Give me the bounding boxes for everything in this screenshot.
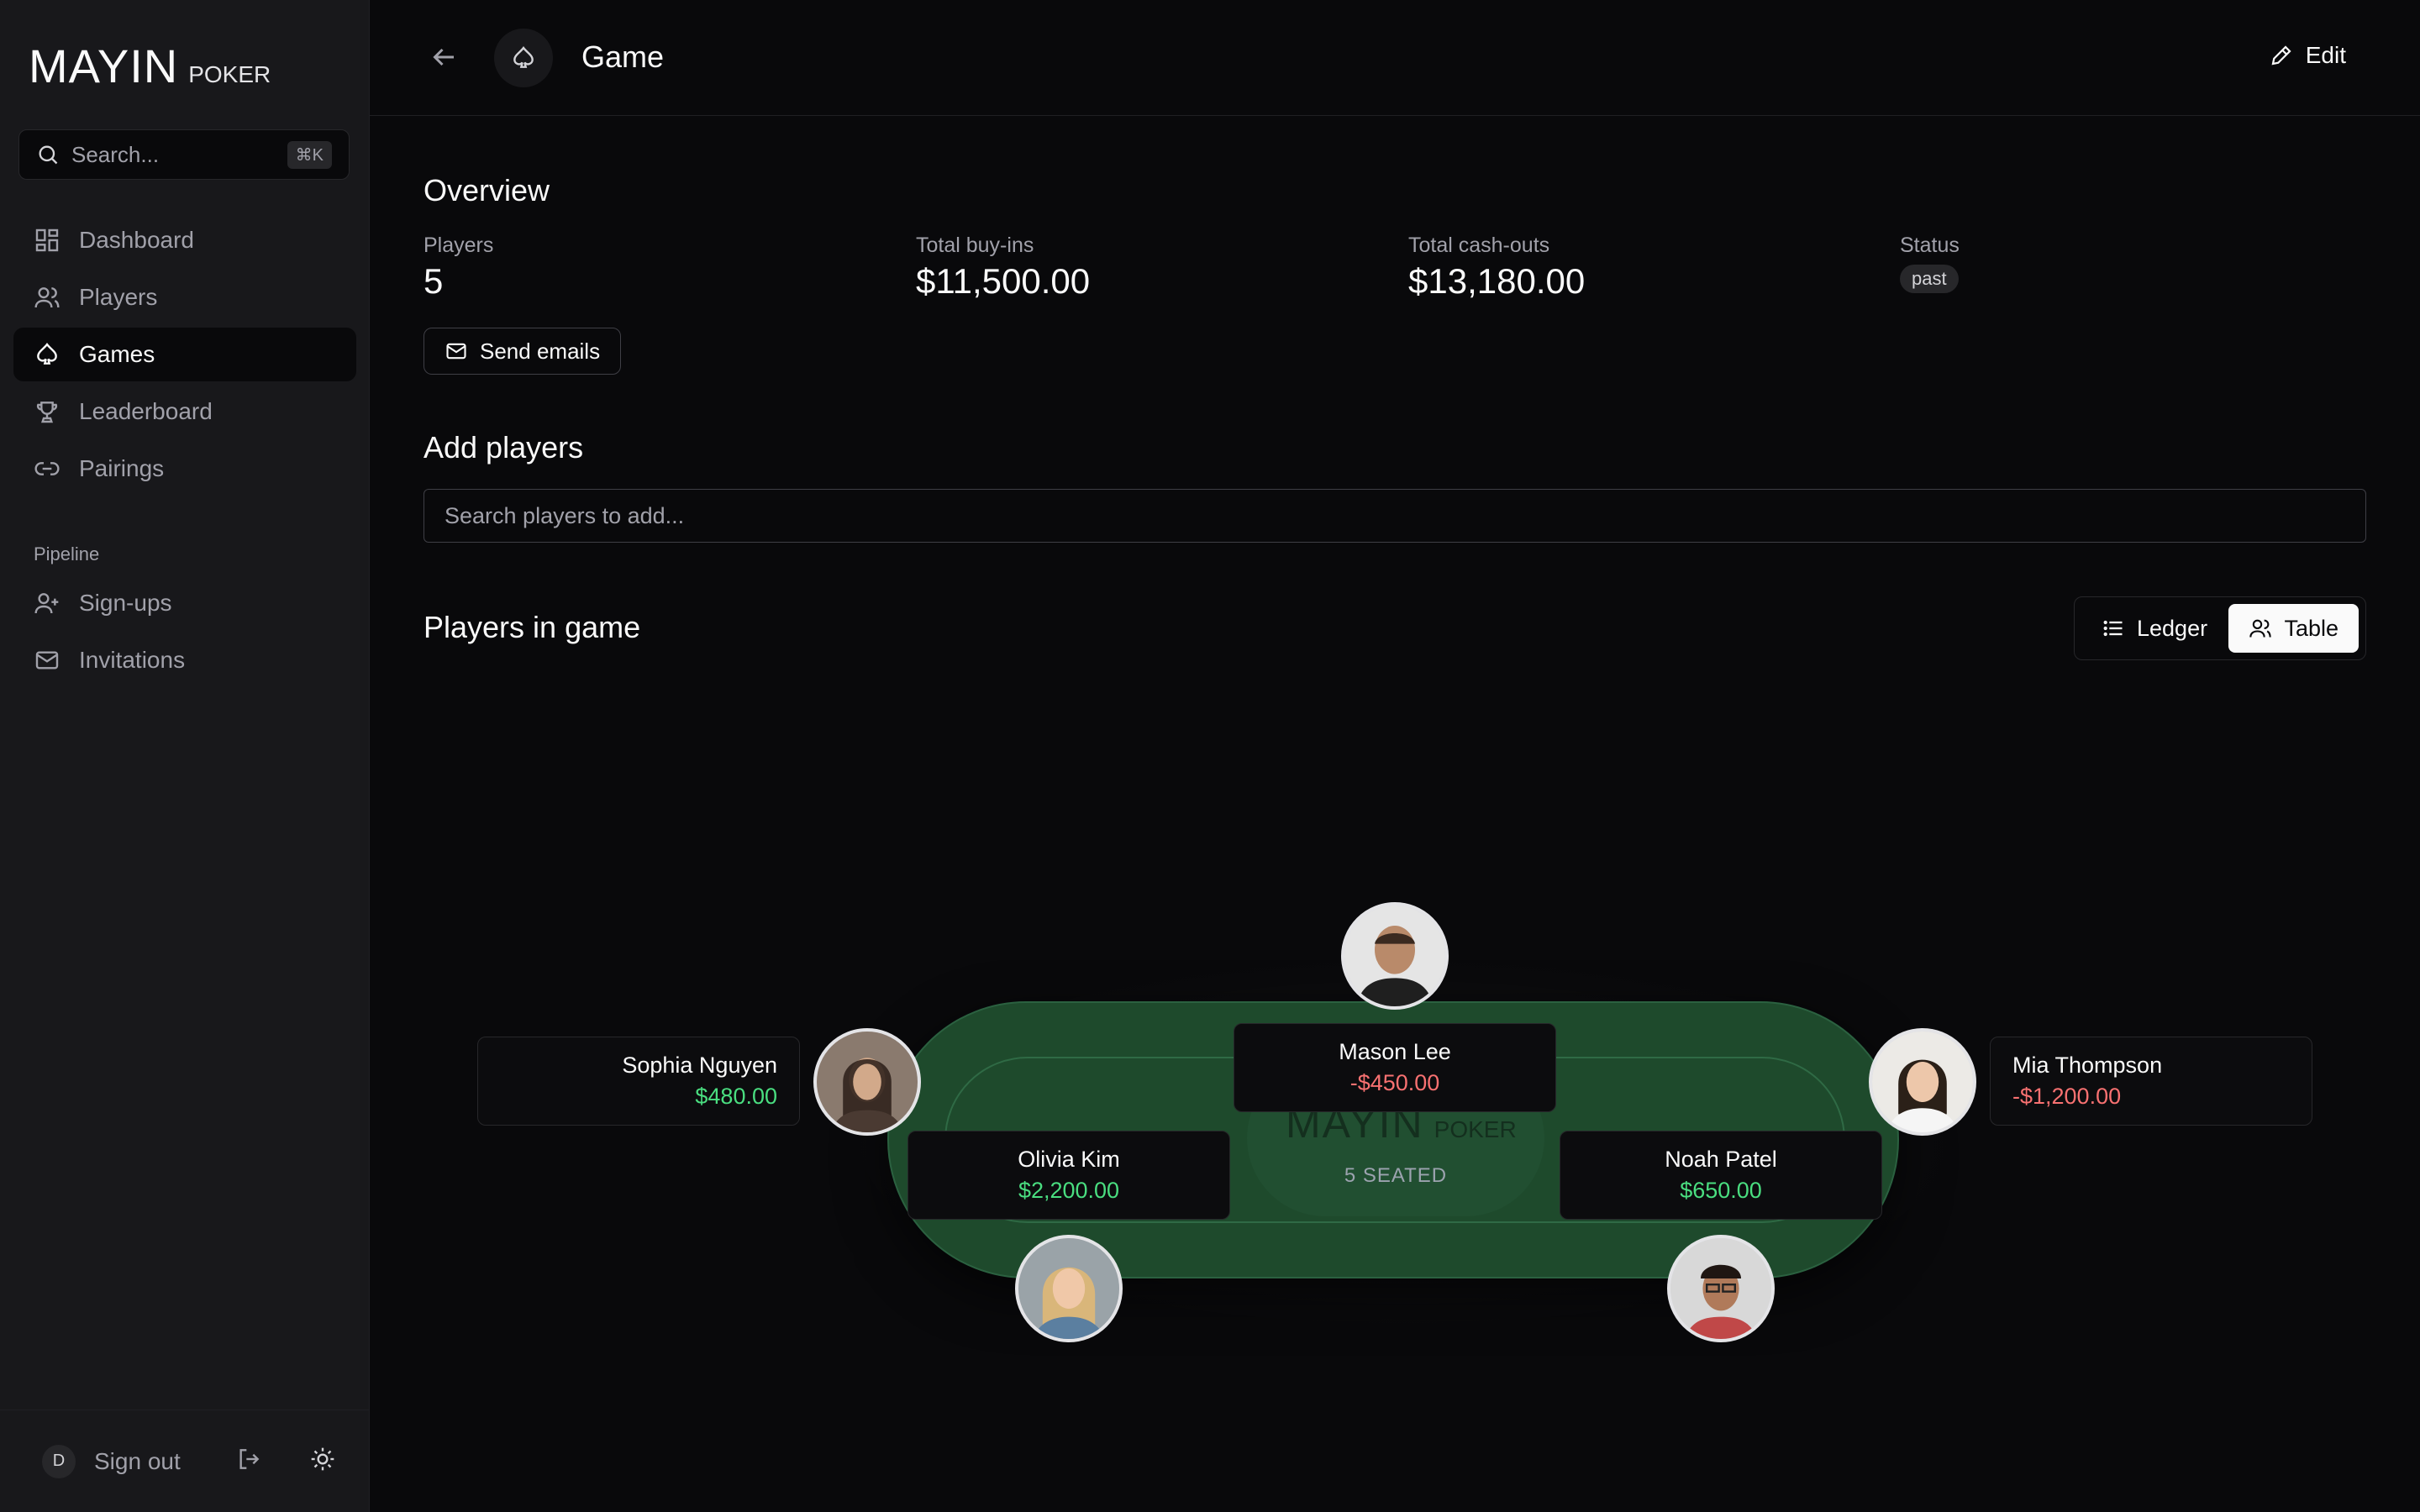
search-icon <box>39 145 58 165</box>
player-avatar-mia-thompson[interactable] <box>1869 1028 1976 1136</box>
send-emails-label: Send emails <box>480 338 601 364</box>
table-logo-sub: POKER <box>1434 1116 1517 1142</box>
users-icon <box>34 287 60 308</box>
game-icon-badge <box>494 29 553 87</box>
player-amount: $650.00 <box>1680 1178 1762 1203</box>
sidebar-item-label: Invitations <box>79 647 186 673</box>
player-name: Noah Patel <box>1665 1147 1777 1172</box>
sidebar-item-label: Dashboard <box>79 227 194 253</box>
brand-logo[interactable]: MAYIN POKER <box>29 39 271 93</box>
user-plus-icon <box>34 593 59 614</box>
player-card-noah-patel[interactable]: Noah Patel $650.00 <box>1560 1131 1882 1220</box>
players-in-game-heading: Players in game <box>424 610 641 644</box>
page-title: Game <box>581 39 665 74</box>
ledger-view-button[interactable]: Ledger <box>2081 604 2228 653</box>
list-icon <box>2103 620 2123 637</box>
view-toggle: Ledger Table <box>2074 596 2366 660</box>
sidebar-footer: D Sign out <box>0 1410 370 1512</box>
player-avatar-mason-lee[interactable] <box>1341 902 1449 1010</box>
send-emails-button[interactable]: Send emails <box>424 328 622 375</box>
stat-total-buyins: Total buy-ins $11,500.00 <box>916 234 1090 302</box>
player-name: Mia Thompson <box>2012 1053 2163 1078</box>
back-arrow-icon[interactable] <box>429 42 459 72</box>
edit-button[interactable]: Edit <box>2269 42 2346 69</box>
sidebar: MAYIN POKER Search... ⌘K Dashboard Playe… <box>0 0 370 1512</box>
edit-label: Edit <box>2305 42 2346 68</box>
search-input[interactable]: Search... ⌘K <box>18 129 350 180</box>
stat-value: $11,500.00 <box>916 261 1091 301</box>
search-shortcut: ⌘K <box>287 140 332 169</box>
sun-icon[interactable] <box>309 1446 336 1473</box>
player-amount: $480.00 <box>695 1084 777 1109</box>
player-amount: -$450.00 <box>1349 1070 1440 1095</box>
seated-count: 5 SEATED <box>1344 1164 1448 1187</box>
person-photo-icon <box>1872 1032 1973 1132</box>
sidebar-item-pairings[interactable]: Pairings <box>13 442 356 496</box>
table-label: Table <box>2284 615 2338 641</box>
sidebar-item-leaderboard[interactable]: Leaderboard <box>13 385 356 438</box>
mail-icon <box>35 651 59 669</box>
stat-label: Players <box>424 234 494 257</box>
status-badge: past <box>1900 265 1959 293</box>
stat-label: Total buy-ins <box>916 234 1034 257</box>
logout-icon[interactable] <box>235 1446 262 1473</box>
sidebar-item-games[interactable]: Games <box>13 328 356 381</box>
overview-heading: Overview <box>424 173 550 207</box>
sidebar-item-label: Games <box>79 341 155 367</box>
add-players-heading: Add players <box>424 430 584 465</box>
sign-out-link[interactable]: Sign out <box>94 1448 181 1475</box>
player-avatar-sophia-nguyen[interactable] <box>813 1028 921 1136</box>
person-photo-icon <box>1018 1238 1119 1339</box>
player-card-mason-lee[interactable]: Mason Lee -$450.00 <box>1234 1023 1556 1112</box>
player-card-mia-thompson[interactable]: Mia Thompson -$1,200.00 <box>1990 1037 2312 1126</box>
sidebar-item-label: Players <box>79 284 158 310</box>
spade-icon <box>37 343 57 365</box>
sidebar-item-dashboard[interactable]: Dashboard <box>13 213 356 267</box>
sidebar-item-label: Pairings <box>79 455 165 481</box>
player-card-sophia-nguyen[interactable]: Sophia Nguyen $480.00 <box>477 1037 800 1126</box>
dashboard-icon <box>35 228 59 252</box>
person-photo-icon <box>817 1032 918 1132</box>
sidebar-item-signups[interactable]: Sign-ups <box>13 576 356 630</box>
stat-players: Players 5 <box>424 234 493 302</box>
player-name: Olivia Kim <box>1018 1147 1120 1172</box>
pencil-icon <box>2271 45 2291 66</box>
mail-icon <box>446 343 466 360</box>
player-card-olivia-kim[interactable]: Olivia Kim $2,200.00 <box>908 1131 1230 1220</box>
stat-value: 5 <box>424 261 444 301</box>
player-amount: $2,200.00 <box>1018 1178 1120 1203</box>
add-players-placeholder: Search players to add... <box>445 502 685 528</box>
player-name: Sophia Nguyen <box>622 1053 777 1078</box>
sidebar-item-label: Leaderboard <box>79 398 213 424</box>
table-view-button[interactable]: Table <box>2228 604 2359 653</box>
stat-label: Total cash-outs <box>1408 234 1550 257</box>
stat-value: $13,180.00 <box>1408 261 1586 301</box>
player-amount: -$1,200.00 <box>2012 1084 2122 1109</box>
stat-total-cashouts: Total cash-outs $13,180.00 <box>1408 234 1585 302</box>
ledger-label: Ledger <box>2137 615 2208 641</box>
stat-status: Status past <box>1900 234 1960 293</box>
brand-name: MAYIN <box>29 39 179 92</box>
sidebar-item-label: Sign-ups <box>79 590 172 616</box>
player-name: Mason Lee <box>1339 1039 1451 1064</box>
trophy-icon <box>36 402 58 423</box>
sidebar-item-players[interactable]: Players <box>13 270 356 324</box>
player-avatar-olivia-kim[interactable] <box>1015 1235 1123 1342</box>
search-placeholder: Search... <box>71 141 160 167</box>
top-bar: Game Edit <box>370 0 2420 116</box>
pipeline-section-label: Pipeline <box>34 543 100 564</box>
person-photo-icon <box>1344 906 1445 1006</box>
sidebar-item-invitations[interactable]: Invitations <box>13 633 356 687</box>
spade-icon <box>513 46 534 68</box>
add-players-search-input[interactable]: Search players to add... <box>424 489 2366 543</box>
brand-sub: POKER <box>188 61 271 87</box>
link-icon <box>34 462 60 475</box>
avatar[interactable]: D <box>42 1444 76 1478</box>
player-avatar-noah-patel[interactable] <box>1667 1235 1775 1342</box>
stat-label: Status <box>1900 234 1960 257</box>
users-icon <box>2249 619 2272 638</box>
person-photo-icon <box>1670 1238 1771 1339</box>
